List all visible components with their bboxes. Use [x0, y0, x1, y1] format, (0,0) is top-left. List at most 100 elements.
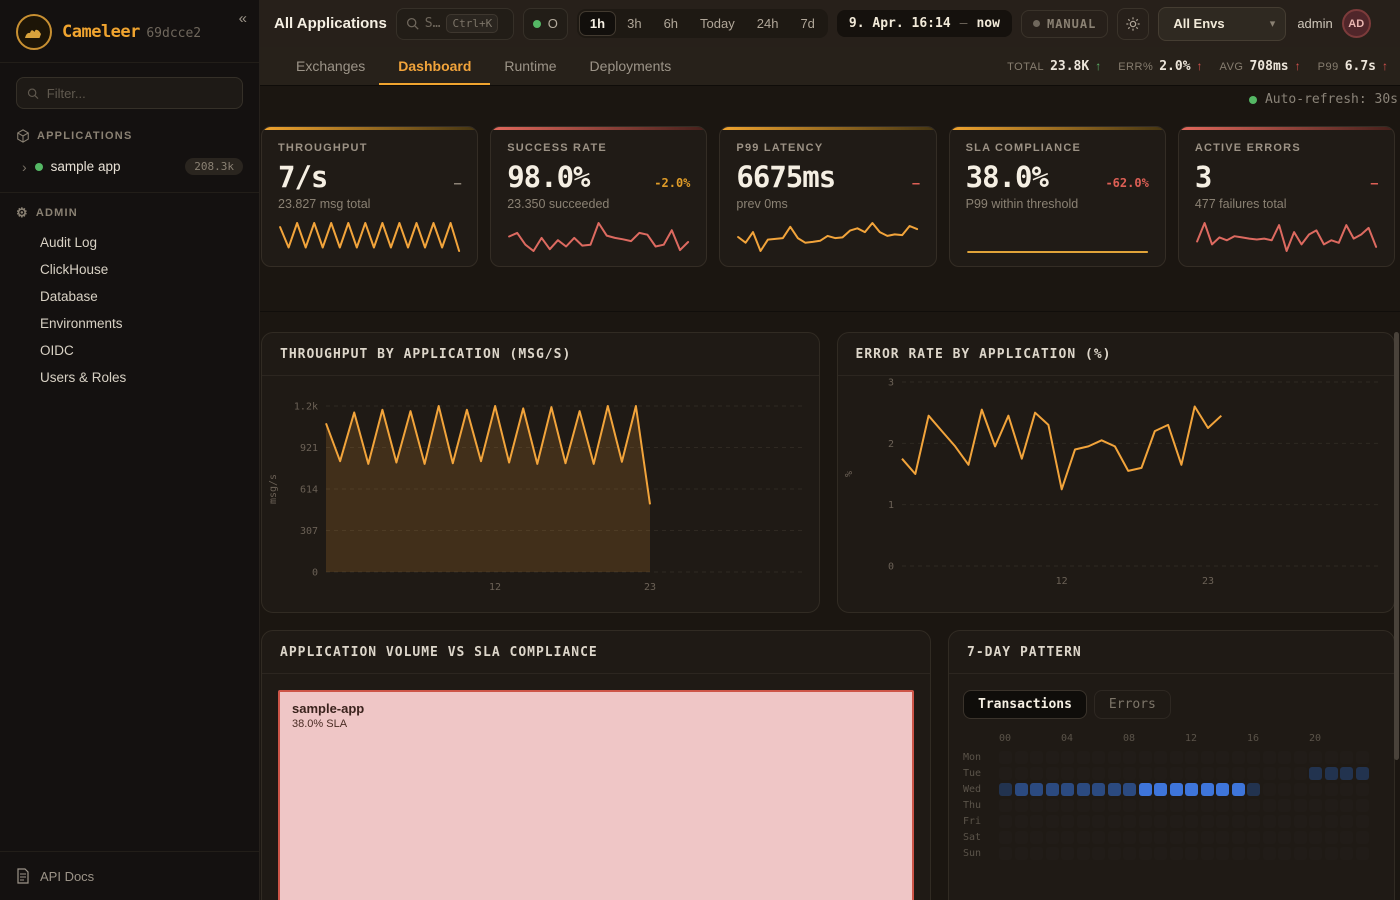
heatmap-cell	[1108, 847, 1121, 860]
heatmap-cell	[1216, 847, 1229, 860]
range-today[interactable]: Today	[689, 11, 746, 36]
heatmap-cell	[1139, 815, 1152, 828]
heatmap-cell	[1061, 767, 1074, 780]
heatmap-cell	[1170, 767, 1183, 780]
heatmap-cell	[1340, 831, 1353, 844]
heatmap-cell	[1061, 815, 1074, 828]
env-select[interactable]: All Envs ▾	[1158, 7, 1286, 41]
heatmap-cell	[1154, 831, 1167, 844]
date-range-picker[interactable]: 9. Apr. 16:14 – now	[837, 10, 1012, 37]
range-6h[interactable]: 6h	[653, 11, 689, 36]
heatmap-cell	[1030, 847, 1043, 860]
heatmap-row: Tue	[963, 767, 1380, 780]
topbar: All Applications S… Ctrl+K O 1h 3h 6h To…	[260, 0, 1400, 47]
tab-dashboard[interactable]: Dashboard	[398, 47, 471, 85]
range-7d[interactable]: 7d	[789, 11, 825, 36]
date-separator: –	[960, 16, 968, 31]
heatmap-cell	[1061, 799, 1074, 812]
heatmap-cell	[1201, 815, 1214, 828]
heatmap-cell	[1108, 831, 1121, 844]
online-status-button[interactable]: O	[523, 8, 568, 40]
tab-exchanges[interactable]: Exchanges	[296, 47, 365, 85]
sidebar-item-database[interactable]: Database	[16, 283, 243, 310]
heatmap-row: Wed	[963, 783, 1380, 796]
sidebar-collapse-icon[interactable]: «	[239, 10, 247, 27]
heatmap-cell	[1216, 815, 1229, 828]
heatmap-cell	[1247, 847, 1260, 860]
date-from: 9. Apr. 16:14	[849, 16, 951, 31]
manual-dot	[1033, 20, 1040, 27]
kpi-delta: -62.0%	[1105, 176, 1148, 190]
treemap-node-sample-app[interactable]: sample-app 38.0% SLA	[278, 690, 914, 900]
sidebar-item-clickhouse[interactable]: ClickHouse	[16, 256, 243, 283]
heatmap-cell	[1247, 799, 1260, 812]
heatmap-cell	[1356, 767, 1369, 780]
filter-input[interactable]	[47, 86, 232, 101]
avatar[interactable]: AD	[1342, 9, 1371, 38]
tab-runtime[interactable]: Runtime	[504, 47, 556, 85]
toggle-transactions[interactable]: Transactions	[963, 690, 1087, 719]
heatmap-cell	[1201, 847, 1214, 860]
tab-deployments[interactable]: Deployments	[590, 47, 672, 85]
heatmap-cell	[1340, 751, 1353, 764]
range-24h[interactable]: 24h	[746, 11, 790, 36]
heatmap-cell	[1123, 847, 1136, 860]
sidebar-filter[interactable]	[16, 77, 243, 109]
dashboard-content: THROUGHPUT 7/s – 23.827 msg total SUCCES…	[260, 113, 1400, 900]
panel-error-rate-by-application: ERROR RATE BY APPLICATION (%) 01231223%	[837, 332, 1396, 613]
env-select-value: All Envs	[1173, 16, 1224, 31]
heatmap-cell	[1170, 783, 1183, 796]
manual-refresh-button[interactable]: MANUAL	[1021, 10, 1108, 38]
panel-title: 7-DAY PATTERN	[967, 645, 1082, 660]
svg-text:12: 12	[1055, 576, 1067, 587]
section-divider	[260, 311, 1400, 312]
heatmap-cell	[1185, 751, 1198, 764]
heatmap-row: Sat	[963, 831, 1380, 844]
sidebar-item-api-docs[interactable]: API Docs	[0, 851, 259, 900]
online-status-dot	[533, 20, 541, 28]
sidebar-item-environments[interactable]: Environments	[16, 310, 243, 337]
heatmap-cell	[1123, 751, 1136, 764]
svg-text:23: 23	[644, 582, 656, 593]
sidebar-item-users-roles[interactable]: Users & Roles	[16, 364, 243, 391]
heatmap-cell	[1123, 815, 1136, 828]
scrollbar[interactable]	[1394, 332, 1399, 760]
toggle-errors[interactable]: Errors	[1094, 690, 1171, 719]
kpi-value: 3	[1195, 160, 1211, 194]
heatmap-cell	[1015, 847, 1028, 860]
app-root: Cameleer 69dcce2 « APPLICATIONS › s	[0, 0, 1400, 900]
theme-toggle-button[interactable]	[1117, 8, 1149, 40]
app-status-dot	[35, 163, 43, 171]
heatmap-cell	[1201, 799, 1214, 812]
svg-text:msg/s: msg/s	[268, 474, 279, 504]
svg-text:%: %	[844, 471, 855, 477]
panel-throughput-by-application: THROUGHPUT BY APPLICATION (MSG/S) 030761…	[261, 332, 820, 613]
heatmap-cell	[1185, 783, 1198, 796]
arrow-up-icon: ↑	[1295, 59, 1301, 73]
search-input[interactable]: S… Ctrl+K	[396, 8, 514, 40]
chevron-right-icon[interactable]: ›	[22, 159, 27, 175]
sidebar-item-audit-log[interactable]: Audit Log	[16, 229, 243, 256]
search-icon	[27, 87, 39, 100]
heatmap-cell	[1123, 783, 1136, 796]
charts-row: THROUGHPUT BY APPLICATION (MSG/S) 030761…	[261, 332, 1395, 613]
heatmap-cell	[1046, 847, 1059, 860]
heatmap-cell	[1340, 783, 1353, 796]
heatmap-cell	[1247, 751, 1260, 764]
range-3h[interactable]: 3h	[616, 11, 652, 36]
sidebar-item-oidc[interactable]: OIDC	[16, 337, 243, 364]
heatmap-cell	[1092, 767, 1105, 780]
heatmap-cell	[1077, 815, 1090, 828]
range-1h[interactable]: 1h	[579, 11, 616, 36]
page-title: All Applications	[274, 15, 387, 32]
sidebar-item-sample-app[interactable]: › sample app 208.3k	[16, 153, 243, 180]
chevron-down-icon: ▾	[1270, 17, 1276, 30]
heatmap-cell	[1092, 783, 1105, 796]
heatmap-cell	[1046, 831, 1059, 844]
heatmap-hour-label: 08	[1123, 733, 1135, 744]
heatmap-cell	[1092, 751, 1105, 764]
heatmap-row: Mon	[963, 751, 1380, 764]
heatmap-cell	[1247, 783, 1260, 796]
heatmap-cell	[1278, 815, 1291, 828]
heatmap-cell	[1092, 831, 1105, 844]
